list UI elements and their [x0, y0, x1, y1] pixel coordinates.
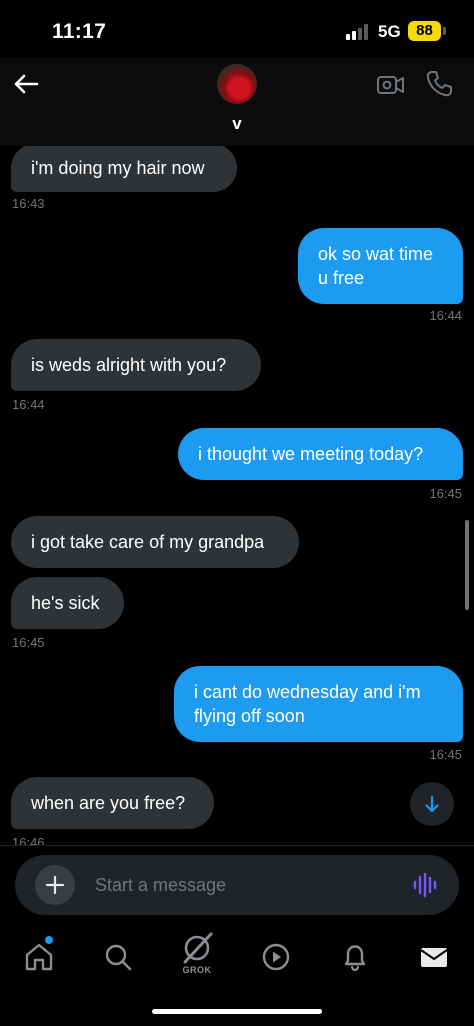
chat-header: v [0, 58, 474, 146]
nav-home[interactable] [17, 935, 61, 979]
bottom-navigation: GROK [0, 925, 474, 1026]
nav-messages[interactable] [412, 935, 456, 979]
incoming-message-bubble[interactable]: i got take care of my grandpa [11, 516, 299, 568]
grok-label: GROK [182, 965, 212, 975]
nav-notifications[interactable] [333, 935, 377, 979]
incoming-message-bubble[interactable]: when are you free? [11, 777, 214, 829]
nav-search[interactable] [96, 935, 140, 979]
message-text: i cant do wednesday and i'm flying off s… [194, 682, 421, 726]
incoming-message-bubble[interactable]: he's sick [11, 577, 124, 629]
notifications-bell-icon [344, 945, 366, 972]
add-attachment-button[interactable] [35, 865, 75, 905]
scrollbar[interactable] [465, 520, 469, 610]
home-indicator[interactable] [152, 1009, 322, 1014]
voice-call-button[interactable] [423, 68, 455, 100]
video-play-icon [262, 943, 290, 971]
scroll-to-bottom-button[interactable] [410, 782, 454, 826]
grok-icon [183, 932, 213, 964]
message-text: ok so wat time u free [318, 244, 434, 288]
message-composer [15, 855, 459, 915]
avatar[interactable] [217, 64, 257, 104]
outgoing-message-bubble[interactable]: i thought we meeting today? [178, 428, 463, 480]
back-arrow-icon [14, 74, 39, 94]
outgoing-message-bubble[interactable]: ok so wat time u free [298, 228, 463, 304]
message-timestamp: 16:44 [429, 308, 462, 323]
message-text: i thought we meeting today? [198, 444, 424, 464]
contact-name[interactable]: v [0, 114, 474, 134]
message-text: when are you free? [31, 793, 186, 813]
message-text: i'm doing my hair now [31, 158, 205, 178]
outgoing-message-bubble[interactable]: i cant do wednesday and i'm flying off s… [174, 666, 463, 742]
message-text: is weds alright with you? [31, 355, 227, 375]
messages-envelope-icon [420, 948, 448, 967]
search-icon [105, 944, 132, 971]
message-timestamp: 16:45 [429, 747, 462, 762]
incoming-message-bubble[interactable]: is weds alright with you? [11, 339, 261, 391]
message-text: i got take care of my grandpa [31, 532, 265, 552]
message-input[interactable] [95, 855, 395, 915]
video-call-button[interactable] [376, 70, 406, 100]
video-camera-icon [377, 76, 404, 94]
message-timestamp: 16:45 [429, 486, 462, 501]
battery-icon: 88 [408, 21, 441, 41]
back-button[interactable] [8, 66, 44, 102]
message-timestamp: 16:43 [12, 196, 45, 211]
message-timestamp: 16:44 [12, 397, 45, 412]
plus-icon [45, 875, 65, 895]
battery-tip [443, 27, 446, 35]
status-bar: 11:17 5G 88 [0, 0, 474, 58]
notification-dot [45, 936, 53, 944]
nav-video[interactable] [254, 935, 298, 979]
message-timestamp: 16:45 [12, 635, 45, 650]
message-text: he's sick [31, 593, 100, 613]
status-time: 11:17 [52, 20, 107, 43]
arrow-down-icon [425, 795, 439, 813]
composer-divider [0, 845, 474, 846]
network-type: 5G [378, 22, 401, 41]
message-list[interactable]: i'm doing my hair now 16:43 ok so wat ti… [0, 146, 474, 846]
incoming-message-bubble[interactable]: i'm doing my hair now [11, 146, 237, 192]
home-icon [25, 943, 53, 971]
voice-message-button[interactable] [411, 871, 439, 899]
phone-icon [426, 71, 452, 97]
audio-waveform-icon [413, 872, 437, 898]
cellular-signal-icon [346, 24, 372, 40]
